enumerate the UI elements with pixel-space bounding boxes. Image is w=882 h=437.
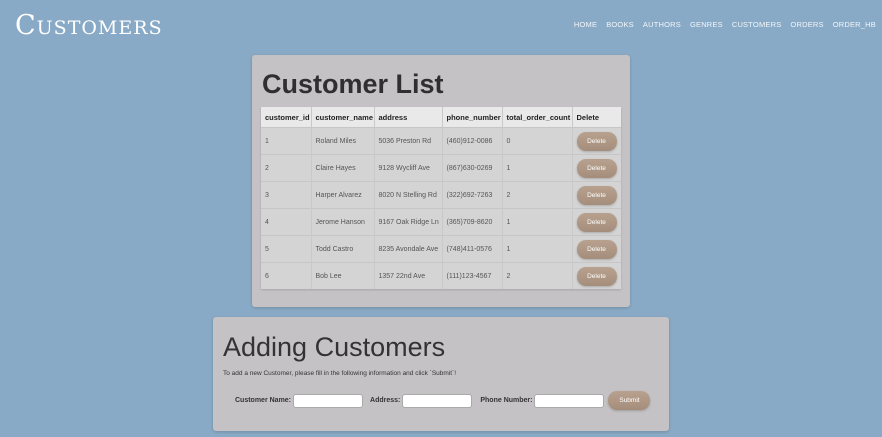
cell-address: 5036 Preston Rd <box>374 127 443 155</box>
table-row: 1 Roland Miles 5036 Preston Rd (460)912-… <box>261 127 621 155</box>
nav-customers[interactable]: CUSTOMERS <box>732 20 782 30</box>
cell-customer-name: Roland Miles <box>311 127 375 155</box>
site-title: Customers <box>15 10 163 41</box>
address-label: Address: <box>370 397 401 404</box>
cell-delete: Delete <box>572 127 621 155</box>
cell-phone-number: (111)123-4567 <box>442 262 503 289</box>
cell-phone-number: (867)630-0269 <box>442 154 503 182</box>
cell-delete: Delete <box>572 154 621 182</box>
customer-table: customer_id customer_name address phone_… <box>261 107 621 289</box>
table-row: 4 Jerome Hanson 9167 Oak Ridge Ln (365)7… <box>261 208 621 236</box>
column-header-delete: Delete <box>572 107 621 128</box>
cell-total-order-count: 0 <box>502 127 573 155</box>
table-row: 6 Bob Lee 1357 22nd Ave (111)123-4567 2 … <box>261 262 621 289</box>
column-header-phone-number: phone_number <box>442 107 503 128</box>
cell-address: 9128 Wycliff Ave <box>374 154 443 182</box>
table-row: 5 Todd Castro 8235 Avondale Ave (748)411… <box>261 235 621 263</box>
add-customer-description: To add a new Customer, please fill in th… <box>223 370 457 377</box>
cell-customer-id: 1 <box>261 127 312 155</box>
cell-customer-id: 4 <box>261 208 312 236</box>
cell-address: 1357 22nd Ave <box>374 262 443 289</box>
cell-phone-number: (365)709-8620 <box>442 208 503 236</box>
nav-authors[interactable]: AUTHORS <box>643 20 681 30</box>
cell-customer-id: 2 <box>261 154 312 182</box>
cell-phone-number: (322)692-7263 <box>442 181 503 209</box>
cell-delete: Delete <box>572 208 621 236</box>
cell-total-order-count: 2 <box>502 181 573 209</box>
cell-customer-name: Todd Castro <box>311 235 375 263</box>
cell-customer-name: Jerome Hanson <box>311 208 375 236</box>
main-nav: HOME BOOKS AUTHORS GENRES CUSTOMERS ORDE… <box>574 20 876 30</box>
customer-table-wrap: customer_id customer_name address phone_… <box>261 107 621 289</box>
cell-total-order-count: 1 <box>502 235 573 263</box>
customer-list-heading: Customer List <box>262 69 444 99</box>
table-header-row: customer_id customer_name address phone_… <box>261 107 621 128</box>
delete-button[interactable]: Delete <box>576 266 617 286</box>
cell-address: 8020 N Stelling Rd <box>374 181 443 209</box>
cell-phone-number: (460)912-0086 <box>442 127 503 155</box>
nav-order-hb[interactable]: ORDER_HB <box>833 20 876 30</box>
cell-delete: Delete <box>572 262 621 289</box>
add-customer-heading: Adding Customers <box>223 332 446 362</box>
nav-home[interactable]: HOME <box>574 20 597 30</box>
customer-name-input[interactable] <box>293 393 364 408</box>
cell-delete: Delete <box>572 181 621 209</box>
table-row: 3 Harper Alvarez 8020 N Stelling Rd (322… <box>261 181 621 209</box>
delete-button[interactable]: Delete <box>576 131 617 151</box>
cell-address: 8235 Avondale Ave <box>374 235 443 263</box>
cell-customer-name: Claire Hayes <box>311 154 375 182</box>
column-header-customer-name: customer_name <box>311 107 375 128</box>
column-header-customer-id: customer_id <box>261 107 312 128</box>
cell-customer-id: 5 <box>261 235 312 263</box>
nav-orders[interactable]: ORDERS <box>790 20 823 30</box>
customer-list-panel: Customer List customer_id customer_name … <box>252 55 630 307</box>
cell-customer-name: Bob Lee <box>311 262 375 289</box>
cell-total-order-count: 1 <box>502 208 573 236</box>
phone-number-input[interactable] <box>534 393 605 408</box>
column-header-total-order-count: total_order_count <box>502 107 573 128</box>
cell-customer-name: Harper Alvarez <box>311 181 375 209</box>
cell-customer-id: 3 <box>261 181 312 209</box>
nav-genres[interactable]: GENRES <box>690 20 723 30</box>
column-header-address: address <box>374 107 443 128</box>
table-row: 2 Claire Hayes 9128 Wycliff Ave (867)630… <box>261 154 621 182</box>
nav-books[interactable]: BOOKS <box>606 20 634 30</box>
cell-customer-id: 6 <box>261 262 312 289</box>
delete-button[interactable]: Delete <box>576 158 617 178</box>
add-customer-panel: Adding Customers To add a new Customer, … <box>213 317 669 431</box>
cell-total-order-count: 2 <box>502 262 573 289</box>
cell-delete: Delete <box>572 235 621 263</box>
cell-total-order-count: 1 <box>502 154 573 182</box>
submit-button[interactable]: Submit <box>608 391 651 410</box>
delete-button[interactable]: Delete <box>576 239 617 259</box>
delete-button[interactable]: Delete <box>576 185 617 205</box>
phone-number-label: Phone Number: <box>480 397 533 404</box>
delete-button[interactable]: Delete <box>576 212 617 232</box>
customer-name-label: Customer Name: <box>235 397 292 404</box>
cell-address: 9167 Oak Ridge Ln <box>374 208 443 236</box>
address-input[interactable] <box>402 393 473 408</box>
cell-phone-number: (748)411-0576 <box>442 235 503 263</box>
add-customer-form: Customer Name: Address: Phone Number: Su… <box>235 391 651 410</box>
